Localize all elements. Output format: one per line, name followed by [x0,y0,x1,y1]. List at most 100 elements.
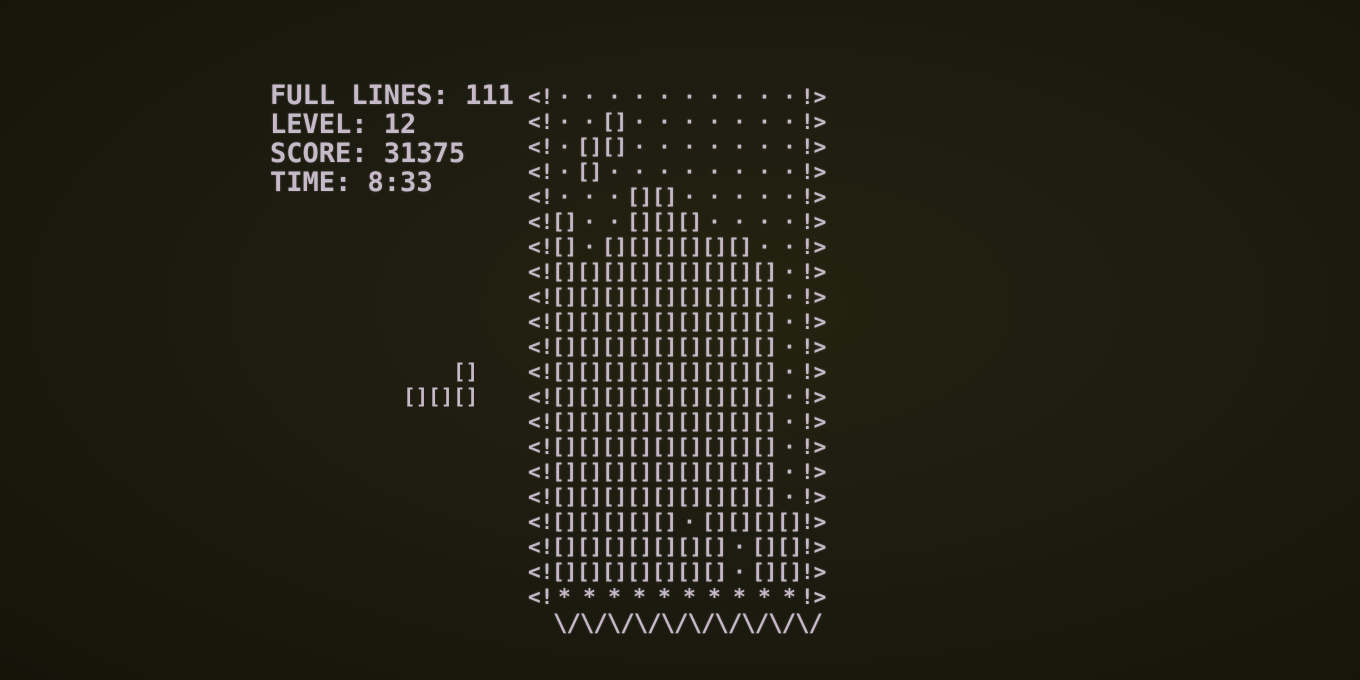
left-wall: <! [528,285,554,309]
floor-cell: * [758,585,771,609]
next-piece-block: [] [403,385,429,409]
block-cell: [] [577,485,603,509]
empty-cell: · [758,185,771,209]
block-cell: [] [777,510,803,534]
empty-cell: · [583,110,596,134]
full-lines-stat: FULL LINES: 111 [270,81,514,110]
block-cell: [] [602,110,628,134]
left-wall: <! [528,335,554,359]
empty-cell: · [783,285,796,309]
block-cell: [] [752,260,778,284]
empty-cell: · [683,185,696,209]
block-cell: [] [702,360,728,384]
block-cell: [] [552,260,578,284]
empty-cell: · [783,235,796,259]
block-cell: [] [577,310,603,334]
floor-cell: * [683,585,696,609]
block-cell: [] [577,335,603,359]
block-cell: [] [702,285,728,309]
block-cell: [] [752,460,778,484]
empty-cell: · [758,135,771,159]
right-wall: !> [801,285,827,309]
right-wall: !> [801,235,827,259]
block-cell: [] [602,360,628,384]
right-wall: !> [801,485,827,509]
block-cell: [] [752,485,778,509]
empty-cell: · [758,110,771,134]
left-wall: <! [528,135,554,159]
block-cell: [] [602,460,628,484]
block-cell: [] [627,385,653,409]
empty-cell: · [783,310,796,334]
empty-cell: · [558,160,571,184]
empty-cell: · [608,160,621,184]
left-wall: <! [528,360,554,384]
next-piece-block: [] [453,385,479,409]
empty-cell: · [633,110,646,134]
block-cell: [] [652,360,678,384]
block-cell: [] [602,510,628,534]
block-cell: [] [577,135,603,159]
block-cell: [] [677,535,703,559]
empty-cell: · [783,335,796,359]
right-wall: !> [801,410,827,434]
block-cell: [] [552,510,578,534]
next-piece-block: [] [453,360,479,384]
block-cell: [] [677,335,703,359]
block-cell: [] [652,285,678,309]
block-cell: [] [602,135,628,159]
block-cell: [] [727,235,753,259]
empty-cell: · [758,235,771,259]
block-cell: [] [652,460,678,484]
block-cell: [] [652,485,678,509]
full-lines-label: FULL LINES: [270,80,466,111]
block-cell: [] [577,435,603,459]
empty-cell: · [708,210,721,234]
empty-cell: · [758,160,771,184]
empty-cell: · [683,85,696,109]
floor-cell: * [733,585,746,609]
block-cell: [] [677,560,703,584]
left-wall: <! [528,85,554,109]
block-cell: [] [577,160,603,184]
block-cell: [] [627,310,653,334]
right-wall: !> [801,585,827,609]
block-cell: [] [552,335,578,359]
empty-cell: · [708,160,721,184]
empty-cell: · [708,85,721,109]
right-wall: !> [801,310,827,334]
right-wall: !> [801,385,827,409]
block-cell: [] [627,535,653,559]
empty-cell: · [658,135,671,159]
block-cell: [] [752,360,778,384]
block-cell: [] [602,560,628,584]
block-cell: [] [727,485,753,509]
block-cell: [] [677,210,703,234]
empty-cell: · [583,85,596,109]
empty-cell: · [558,135,571,159]
right-wall: !> [801,185,827,209]
left-wall: <! [528,435,554,459]
right-wall: !> [801,335,827,359]
block-cell: [] [627,360,653,384]
left-wall: <! [528,535,554,559]
block-cell: [] [677,460,703,484]
block-cell: [] [727,260,753,284]
left-wall: <! [528,185,554,209]
block-cell: [] [602,410,628,434]
block-cell: [] [652,435,678,459]
empty-cell: · [733,160,746,184]
empty-cell: · [783,210,796,234]
left-wall: <! [528,260,554,284]
block-cell: [] [752,560,778,584]
block-cell: [] [652,385,678,409]
empty-cell: · [783,110,796,134]
block-cell: [] [627,485,653,509]
block-cell: [] [627,435,653,459]
empty-cell: · [758,210,771,234]
empty-cell: · [708,185,721,209]
right-wall: !> [801,210,827,234]
empty-cell: · [758,85,771,109]
empty-cell: · [608,210,621,234]
block-cell: [] [777,560,803,584]
